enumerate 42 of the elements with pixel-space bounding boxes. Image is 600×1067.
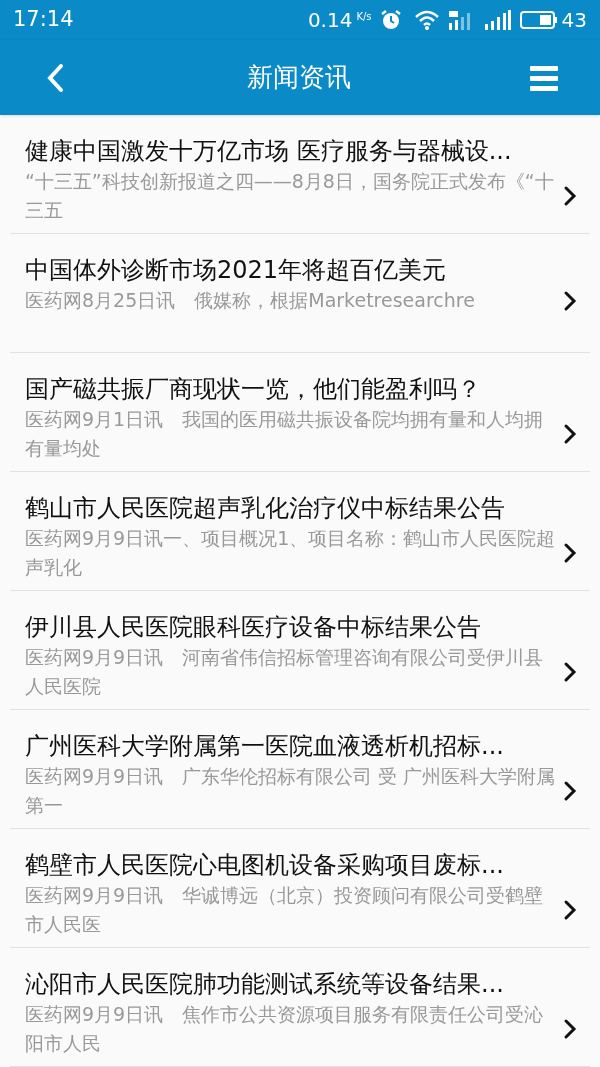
news-summary: 医药网9月9日讯 河南省伟信招标管理咨询有限公司受伊川县人民医院	[25, 645, 545, 699]
battery-icon	[519, 10, 558, 30]
chevron-right-icon	[563, 780, 577, 802]
chevron-right-icon	[563, 289, 577, 312]
news-item[interactable]: 广州医科大学附属第一医院血液透析机招标... 医药网9月9日讯 广东华伦招标有限公司 受 广州医科大学附属第一	[10, 710, 590, 829]
wifi-icon	[413, 9, 440, 31]
news-item[interactable]: 中国体外诊断市场2021年将超百亿美元 医药网8月25日讯 俄媒称，根据Marketresearchre	[10, 234, 590, 353]
news-title: 广州医科大学附属第一医院血液透析机招标...	[25, 731, 505, 762]
alarm-icon	[379, 9, 402, 31]
clock: 17:14	[13, 6, 74, 34]
news-title: 沁阳市人民医院肺功能测试系统等设备结果...	[25, 969, 505, 1000]
network-speed: 0.14	[307, 7, 353, 34]
chevron-right-icon	[563, 1018, 577, 1040]
back-icon	[45, 61, 65, 94]
news-summary: 医药网8月25日讯 俄媒称，根据Marketresearchre	[25, 288, 476, 313]
news-item[interactable]: 鹤山市人民医院超声乳化治疗仪中标结果公告 医药网9月9日讯一、项目概况1、项目名称：鹤山市人民医院超声乳化	[10, 472, 590, 591]
chevron-right-icon	[563, 661, 577, 683]
news-title: 鹤山市人民医院超声乳化治疗仪中标结果公告	[25, 493, 506, 524]
news-title: 健康中国激发十万亿市场 医疗服务与器械设...	[25, 136, 513, 167]
speed-unit: K/s	[356, 9, 372, 24]
signal-icon	[483, 9, 512, 31]
news-summary: 医药网9月1日讯 我国的医用磁共振设备院均拥有量和人均拥有量均处	[25, 407, 545, 461]
news-summary: “十三五”科技创新报道之四——8月8日，国务院正式发布《“十三五	[25, 169, 555, 223]
news-title: 伊川县人民医院眼科医疗设备中标结果公告	[25, 612, 482, 643]
chevron-right-icon	[563, 542, 577, 564]
chevron-right-icon	[563, 185, 577, 207]
news-item[interactable]: 沁阳市人民医院肺功能测试系统等设备结果... 医药网9月9日讯 焦作市公共资源项目服务有限责任公司受沁阳市人民	[10, 948, 590, 1067]
news-item[interactable]: 鹤壁市人民医院心电图机设备采购项目废标... 医药网9月9日讯 华诚博远（北京）投资顾问有限公司受鹤壁市人民医	[10, 829, 590, 948]
news-summary: 医药网9月9日讯一、项目概况1、项目名称：鹤山市人民医院超声乳化	[25, 526, 557, 580]
news-title: 鹤壁市人民医院心电图机设备采购项目废标...	[25, 850, 505, 881]
news-item[interactable]: 伊川县人民医院眼科医疗设备中标结果公告 医药网9月9日讯 河南省伟信招标管理咨询有限公司受伊川县人民医院	[10, 591, 590, 710]
news-summary: 医药网9月9日讯 焦作市公共资源项目服务有限责任公司受沁阳市人民	[25, 1002, 545, 1056]
chevron-right-icon	[563, 423, 577, 445]
chevron-right-icon	[563, 899, 577, 921]
page-title: 新闻资讯	[247, 61, 351, 94]
news-item[interactable]: 国产磁共振厂商现状一览，他们能盈利吗？ 医药网9月1日讯 我国的医用磁共振设备院均拥有量和人均拥有量均处	[10, 353, 590, 472]
news-title: 中国体外诊断市场2021年将超百亿美元	[25, 255, 448, 286]
battery-level: 43	[561, 7, 587, 34]
news-title: 国产磁共振厂商现状一览，他们能盈利吗？	[25, 374, 482, 405]
news-summary: 医药网9月9日讯 华诚博远（北京）投资顾问有限公司受鹤壁市人民医	[25, 883, 545, 937]
news-summary: 医药网9月9日讯 广东华伦招标有限公司 受 广州医科大学附属第一	[25, 764, 557, 818]
news-item[interactable]: 健康中国激发十万亿市场 医疗服务与器械设... “十三五”科技创新报道之四——8月8日，国务院正式发布《“十三五	[10, 115, 590, 234]
